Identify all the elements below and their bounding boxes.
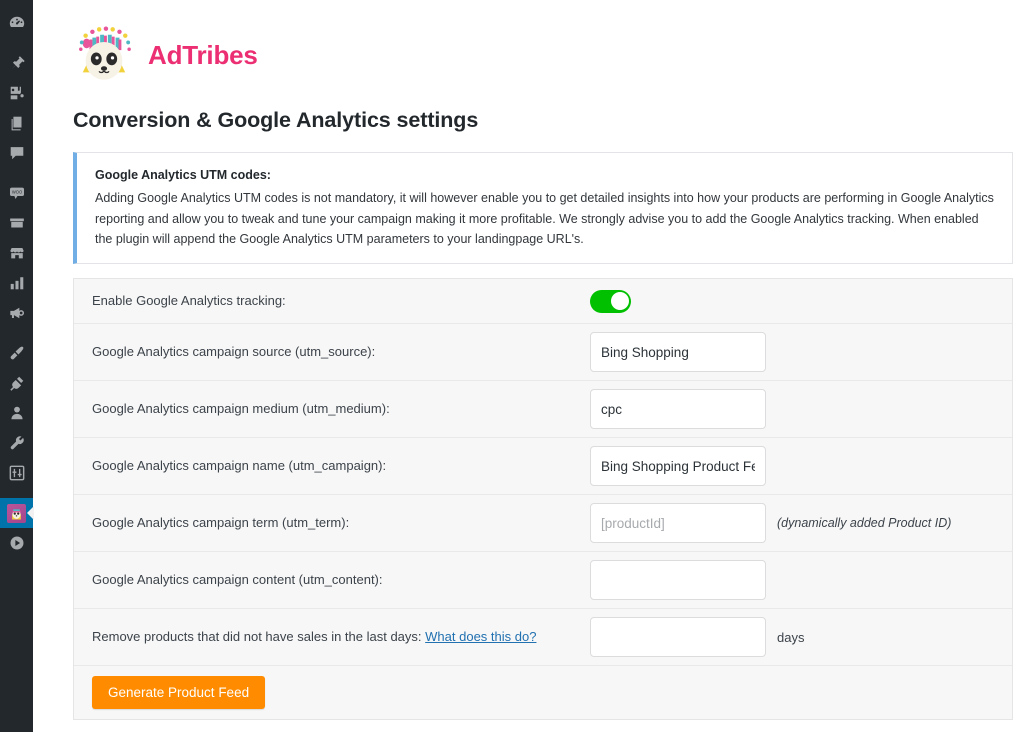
sidebar-item-posts[interactable] xyxy=(0,48,33,78)
store-icon xyxy=(8,244,26,262)
toggle-knob xyxy=(611,292,629,310)
sidebar-item-appearance[interactable] xyxy=(0,338,33,368)
admin-page: WOO xyxy=(0,0,1024,732)
days-unit-label: days xyxy=(777,630,804,645)
utm-content-label: Google Analytics campaign content (utm_c… xyxy=(92,570,590,590)
remove-products-input[interactable] xyxy=(590,617,766,657)
adtribes-logo-icon xyxy=(73,26,135,84)
sidebar-item-media[interactable] xyxy=(0,78,33,108)
sidebar-item-settings[interactable] xyxy=(0,458,33,488)
row-utm-content: Google Analytics campaign content (utm_c… xyxy=(74,552,1012,609)
comment-icon xyxy=(8,144,26,162)
user-icon xyxy=(8,404,26,422)
actions-row: Generate Product Feed xyxy=(74,666,1012,720)
row-utm-source: Google Analytics campaign source (utm_so… xyxy=(74,324,1012,381)
paintbrush-icon xyxy=(8,344,26,362)
woo-icon: WOO xyxy=(8,184,26,202)
plug-icon xyxy=(8,374,26,392)
sidebar-item-storefront[interactable] xyxy=(0,238,33,268)
what-does-this-do-link[interactable]: What does this do? xyxy=(425,629,536,644)
utm-source-input[interactable] xyxy=(590,332,766,372)
sidebar-item-dashboard[interactable] xyxy=(0,8,33,38)
page-title: Conversion & Google Analytics settings xyxy=(73,108,1002,133)
sidebar-item-comments[interactable] xyxy=(0,138,33,168)
box-icon xyxy=(8,214,26,232)
enable-tracking-toggle[interactable] xyxy=(590,290,631,313)
utm-campaign-input[interactable] xyxy=(590,446,766,486)
sliders-icon xyxy=(8,464,26,482)
sidebar-item-marketing[interactable] xyxy=(0,298,33,328)
sidebar-item-products[interactable] xyxy=(0,208,33,238)
sidebar-item-plugins[interactable] xyxy=(0,368,33,398)
panda-icon xyxy=(7,504,26,523)
utm-medium-input[interactable] xyxy=(590,389,766,429)
row-utm-campaign: Google Analytics campaign name (utm_camp… xyxy=(74,438,1012,495)
sidebar-item-woocommerce[interactable]: WOO xyxy=(0,178,33,208)
sidebar-item-adtribes[interactable] xyxy=(0,498,33,528)
utm-term-hint: (dynamically added Product ID) xyxy=(777,516,951,530)
svg-text:WOO: WOO xyxy=(11,190,22,195)
sidebar-item-collapse[interactable] xyxy=(0,528,33,558)
utm-term-input[interactable] xyxy=(590,503,766,543)
brand-name: AdTribes xyxy=(148,40,258,71)
media-icon xyxy=(8,84,26,102)
utm-medium-label: Google Analytics campaign medium (utm_me… xyxy=(92,399,590,419)
enable-tracking-label: Enable Google Analytics tracking: xyxy=(92,291,590,311)
admin-sidebar: WOO xyxy=(0,0,33,732)
row-enable-tracking: Enable Google Analytics tracking: xyxy=(74,279,1012,324)
utm-campaign-label: Google Analytics campaign name (utm_camp… xyxy=(92,456,590,476)
utm-content-input[interactable] xyxy=(590,560,766,600)
utm-source-label: Google Analytics campaign source (utm_so… xyxy=(92,342,590,362)
row-utm-term: Google Analytics campaign term (utm_term… xyxy=(74,495,1012,552)
remove-products-label: Remove products that did not have sales … xyxy=(92,627,590,647)
pages-icon xyxy=(8,114,26,132)
brand-header: AdTribes xyxy=(73,26,1002,84)
sidebar-item-tools[interactable] xyxy=(0,428,33,458)
gauge-icon xyxy=(8,14,26,32)
pin-icon xyxy=(8,54,26,72)
notice-body: Adding Google Analytics UTM codes is not… xyxy=(95,188,998,249)
wrench-icon xyxy=(8,434,26,452)
notice-title: Google Analytics UTM codes: xyxy=(95,166,998,185)
sidebar-item-users[interactable] xyxy=(0,398,33,428)
play-circle-icon xyxy=(8,534,26,552)
utm-info-notice: Google Analytics UTM codes: Adding Googl… xyxy=(73,152,1013,264)
megaphone-icon xyxy=(8,304,26,322)
utm-term-label: Google Analytics campaign term (utm_term… xyxy=(92,513,590,533)
sidebar-item-pages[interactable] xyxy=(0,108,33,138)
generate-product-feed-button[interactable]: Generate Product Feed xyxy=(92,676,265,709)
bar-chart-icon xyxy=(8,274,26,292)
row-remove-products: Remove products that did not have sales … xyxy=(74,609,1012,666)
sidebar-item-analytics[interactable] xyxy=(0,268,33,298)
row-utm-medium: Google Analytics campaign medium (utm_me… xyxy=(74,381,1012,438)
settings-table: Enable Google Analytics tracking: Google… xyxy=(73,278,1013,720)
remove-products-text: Remove products that did not have sales … xyxy=(92,629,422,644)
main-content: AdTribes Conversion & Google Analytics s… xyxy=(33,0,1024,732)
